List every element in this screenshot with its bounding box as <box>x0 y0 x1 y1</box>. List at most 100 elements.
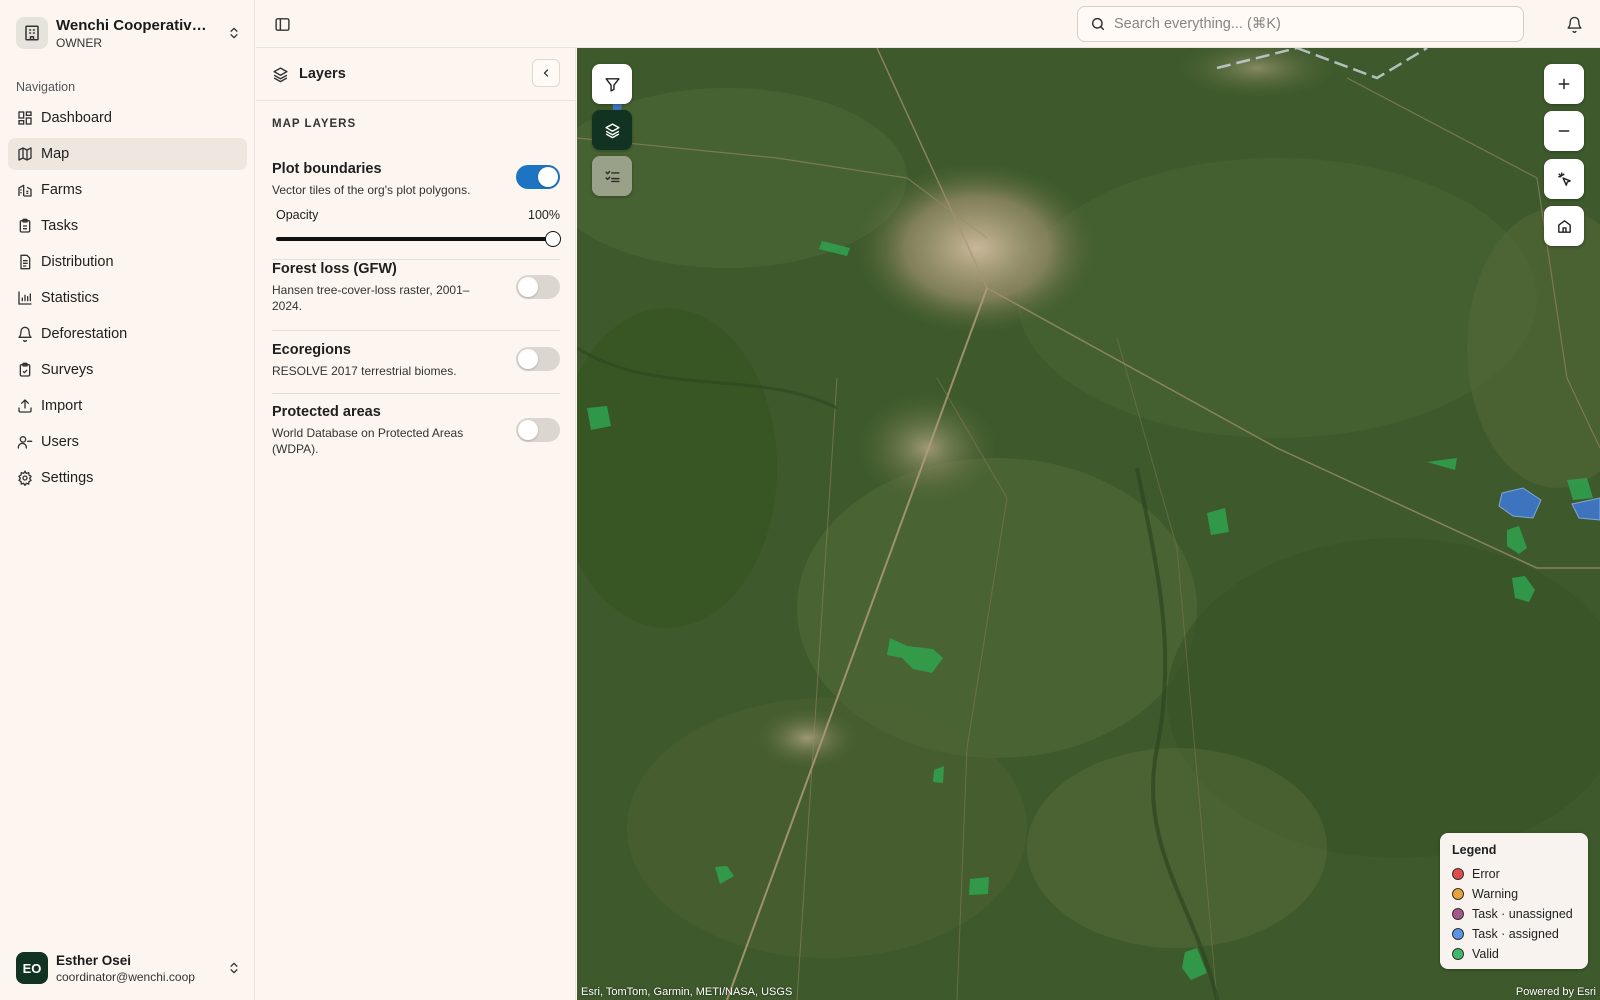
home-button[interactable] <box>1544 206 1584 246</box>
collapse-panel-button[interactable] <box>532 59 560 87</box>
org-role: OWNER <box>56 35 102 50</box>
legend-item-valid: Valid <box>1452 944 1576 964</box>
layer-title: Protected areas <box>272 404 381 420</box>
user-name: Esther Osei <box>56 952 132 968</box>
protected-areas-toggle[interactable] <box>516 418 560 442</box>
ecoregions-toggle[interactable] <box>516 347 560 371</box>
nav-item-statistics[interactable]: Statistics <box>8 282 247 314</box>
legend-label: Task · unassigned <box>1472 907 1573 921</box>
nav-item-map[interactable]: Map <box>8 138 247 170</box>
map-canvas[interactable]: Legend Error Warning Task · unassigned T… <box>577 48 1600 1000</box>
legend-item-warning: Warning <box>1452 884 1576 904</box>
surveys-icon <box>19 362 31 377</box>
layers-title: Layers <box>299 66 346 82</box>
filter-button[interactable] <box>592 64 632 104</box>
layers-icon <box>273 66 288 82</box>
layers-button[interactable] <box>592 110 632 150</box>
divider <box>272 393 560 394</box>
chevron-updown-icon <box>226 960 242 976</box>
legend-label: Task · assigned <box>1472 927 1559 941</box>
legend-swatch <box>1452 888 1464 900</box>
nav-item-deforestation[interactable]: Deforestation <box>8 318 247 350</box>
nav-item-surveys[interactable]: Surveys <box>8 354 247 386</box>
sidebar: Wenchi Cooperative Union OWNER Navigatio… <box>0 0 255 1000</box>
user-menu[interactable]: EO Esther Osei coordinator@wenchi.coop <box>16 951 242 985</box>
opacity-value: 100% <box>528 208 560 222</box>
cursor-sparkle-icon <box>1557 171 1571 186</box>
forest-loss-toggle[interactable] <box>516 275 560 299</box>
nav-list: Dashboard Map Farms Tasks Distribution S… <box>8 102 247 498</box>
nav-item-label: Dashboard <box>41 110 112 126</box>
slider-thumb[interactable] <box>545 231 561 247</box>
plus-icon <box>1558 78 1570 90</box>
org-switcher[interactable]: Wenchi Cooperative Union OWNER <box>16 14 242 52</box>
settings-icon <box>18 470 32 486</box>
import-icon <box>18 399 32 413</box>
opacity-label: Opacity <box>276 208 319 222</box>
legend-label: Error <box>1472 867 1500 881</box>
zoom-out-button[interactable] <box>1544 111 1584 151</box>
powered-by-esri[interactable]: Powered by Esri <box>1516 986 1596 998</box>
nav-item-label: Import <box>41 398 83 414</box>
layer-description: RESOLVE 2017 terrestrial biomes. <box>272 364 457 378</box>
org-name: Wenchi Cooperative Union <box>56 16 208 34</box>
zoom-in-button[interactable] <box>1544 64 1584 104</box>
minus-icon <box>1558 130 1570 132</box>
map-layers-label: MAP LAYERS <box>272 118 357 130</box>
nav-item-farms[interactable]: Farms <box>8 174 247 206</box>
nav-item-label: Map <box>41 146 70 162</box>
nav-item-users[interactable]: Users <box>8 426 247 458</box>
checklist-button[interactable] <box>592 156 632 196</box>
map-legend: Legend Error Warning Task · unassigned T… <box>1440 833 1588 969</box>
plot-boundaries-toggle[interactable] <box>516 165 560 189</box>
layers-header: Layers <box>256 48 575 101</box>
deforestation-icon <box>18 326 32 342</box>
nav-item-label: Surveys <box>41 362 94 378</box>
bell-icon[interactable] <box>1564 14 1584 34</box>
statistics-icon <box>18 291 32 305</box>
layer-protected-areas: Protected areas World Database on Protec… <box>272 404 560 457</box>
layer-description: Hansen tree-cover-loss raster, 2001–2024… <box>272 283 470 313</box>
search-input[interactable] <box>1114 16 1494 32</box>
nav-section-label: Navigation <box>16 80 76 94</box>
legend-swatch <box>1452 868 1464 880</box>
layer-description: Vector tiles of the org's plot polygons. <box>272 183 471 197</box>
layers-icon <box>604 122 620 138</box>
nav-item-label: Farms <box>41 182 83 198</box>
users-icon <box>17 436 33 449</box>
nav-item-label: Tasks <box>41 218 79 234</box>
legend-item-error: Error <box>1452 864 1576 884</box>
nav-item-import[interactable]: Import <box>8 390 247 422</box>
dashboard-icon <box>18 111 32 125</box>
farms-icon <box>18 184 32 197</box>
nav-item-tasks[interactable]: Tasks <box>8 210 247 242</box>
nav-item-distribution[interactable]: Distribution <box>8 246 247 278</box>
opacity-row: Opacity 100% <box>276 208 560 222</box>
user-email: coordinator@wenchi.coop <box>56 969 195 984</box>
top-bar <box>256 0 1600 48</box>
nav-item-dashboard[interactable]: Dashboard <box>8 102 247 134</box>
opacity-slider[interactable] <box>276 231 561 247</box>
legend-swatch <box>1452 928 1464 940</box>
nav-item-settings[interactable]: Settings <box>8 462 247 494</box>
map-icon <box>18 147 32 161</box>
distribution-icon <box>20 254 31 270</box>
checklist-icon <box>604 170 620 182</box>
legend-item-task-assigned: Task · assigned <box>1452 924 1576 944</box>
filter-icon <box>604 77 620 92</box>
building-icon <box>16 17 48 49</box>
chevron-updown-icon <box>226 25 242 41</box>
select-tool-button[interactable] <box>1544 159 1584 199</box>
tasks-icon <box>19 218 31 233</box>
nav-item-label: Deforestation <box>41 326 128 342</box>
nav-item-label: Distribution <box>41 254 114 270</box>
divider <box>272 330 560 331</box>
layers-panel: Layers MAP LAYERS Plot boundaries Vector… <box>256 48 576 1000</box>
nav-item-label: Statistics <box>41 290 100 306</box>
sidebar-toggle-icon[interactable] <box>272 14 292 34</box>
legend-title: Legend <box>1452 843 1497 857</box>
layer-forest-loss: Forest loss (GFW) Hansen tree-cover-loss… <box>272 261 560 314</box>
map-attribution: Esri, TomTom, Garmin, METI/NASA, USGS <box>581 986 793 998</box>
layer-title: Forest loss (GFW) <box>272 261 397 277</box>
search-box[interactable] <box>1077 6 1524 42</box>
